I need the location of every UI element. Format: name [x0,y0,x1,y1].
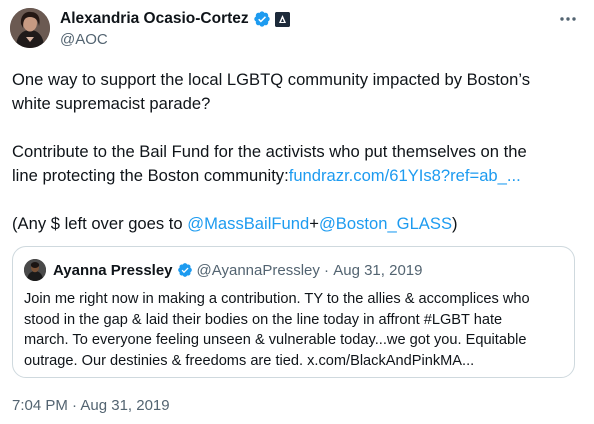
quoted-text-line: stood in the gap & laid their bodies on … [24,311,503,328]
government-affiliate-icon[interactable] [274,11,290,27]
tweet-text: line protecting the Boston community: [12,166,289,185]
tweet-text-line: Contribute to the Bail Fund for the acti… [12,142,527,161]
tweet-text-line: line protecting the Boston community:fun… [12,164,582,188]
quoted-tweet-text: Join me right now in making a contributi… [24,289,569,371]
mention-massbailfund[interactable]: @MassBailFund [187,214,309,233]
quoted-author-handle[interactable]: @AyannaPressley [197,262,320,279]
quoted-tweet-header: Ayanna Pressley @AyannaPressley · Aug 31… [24,259,422,281]
verified-badge-icon [253,11,270,27]
tweet-text: (Any $ left over goes to [12,214,188,233]
author-handle[interactable]: @AOC [60,31,108,48]
quoted-tweet[interactable]: Ayanna Pressley @AyannaPressley · Aug 31… [12,246,575,378]
mention-boston-glass[interactable]: @Boston_GLASS [319,214,452,233]
quoted-date[interactable]: Aug 31, 2019 [333,262,422,279]
verified-badge-icon [177,263,192,277]
tweet-text: ) [452,214,458,233]
quoted-text-line: outrage. Our destinies & freedoms are ti… [24,352,475,369]
author-avatar[interactable] [10,8,50,48]
quoted-author-avatar[interactable] [24,259,46,281]
author-name[interactable]: Alexandria Ocasio-Cortez [60,10,249,28]
quoted-text-line: march. To everyone feeling unseen & vuln… [24,332,527,348]
tweet-text-line: (Any $ left over goes to @MassBailFund+@… [12,212,582,236]
tweet-card: Alexandria Ocasio-Cortez @AOC One way to… [0,0,594,424]
quoted-author-name[interactable]: Ayanna Pressley [53,262,173,279]
tweet-body: One way to support the local LGBTQ commu… [12,68,582,236]
fundrazr-link[interactable]: fundrazr.com/61YIs8?ref=ab_... [289,166,521,185]
meta-separator: · [319,261,334,279]
tweet-timestamp[interactable]: 7:04 PM · Aug 31, 2019 [12,397,170,414]
author-name-line: Alexandria Ocasio-Cortez [60,9,290,29]
tweet-text-line: One way to support the local LGBTQ commu… [12,70,531,89]
more-options-icon[interactable] [557,10,579,28]
tweet-text-line: white supremacist parade? [12,94,211,113]
quoted-text-line: Join me right now in making a contributi… [24,291,530,307]
plus-text: + [309,214,319,233]
